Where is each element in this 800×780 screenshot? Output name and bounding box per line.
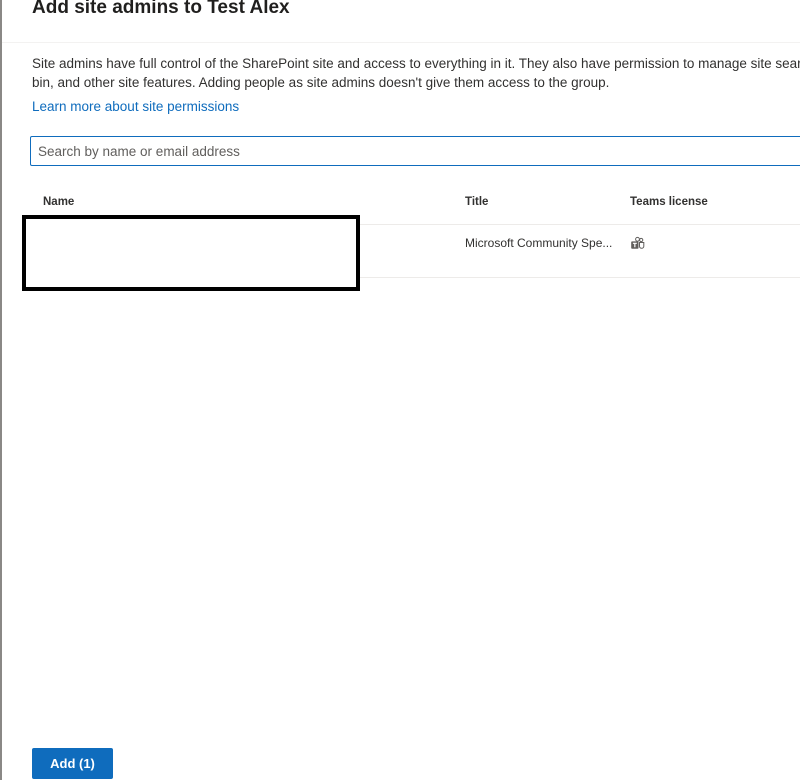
panel-left-border: [0, 0, 2, 780]
column-header-name[interactable]: Name: [43, 196, 74, 208]
search-input[interactable]: [31, 137, 778, 165]
add-site-admins-panel: Add site admins to Test Alex Site admins…: [0, 0, 800, 780]
title-divider: [2, 42, 800, 43]
learn-more-link[interactable]: Learn more about site permissions: [32, 99, 239, 114]
row-title-cell: Microsoft Community Spe...: [465, 236, 613, 250]
search-box[interactable]: [30, 136, 800, 166]
column-header-title[interactable]: Title: [465, 196, 488, 208]
redacted-name-cell: [22, 215, 360, 291]
table-row[interactable]: Microsoft Community Spe...: [22, 215, 800, 291]
add-button[interactable]: Add (1): [32, 748, 113, 779]
panel-title: Add site admins to Test Alex: [32, 0, 290, 18]
column-header-teams-license[interactable]: Teams license: [630, 196, 708, 208]
teams-icon: [630, 236, 646, 252]
panel-description: Site admins have full control of the Sha…: [32, 56, 800, 90]
people-table: Name Title Teams license Microsoft Commu…: [22, 186, 800, 291]
